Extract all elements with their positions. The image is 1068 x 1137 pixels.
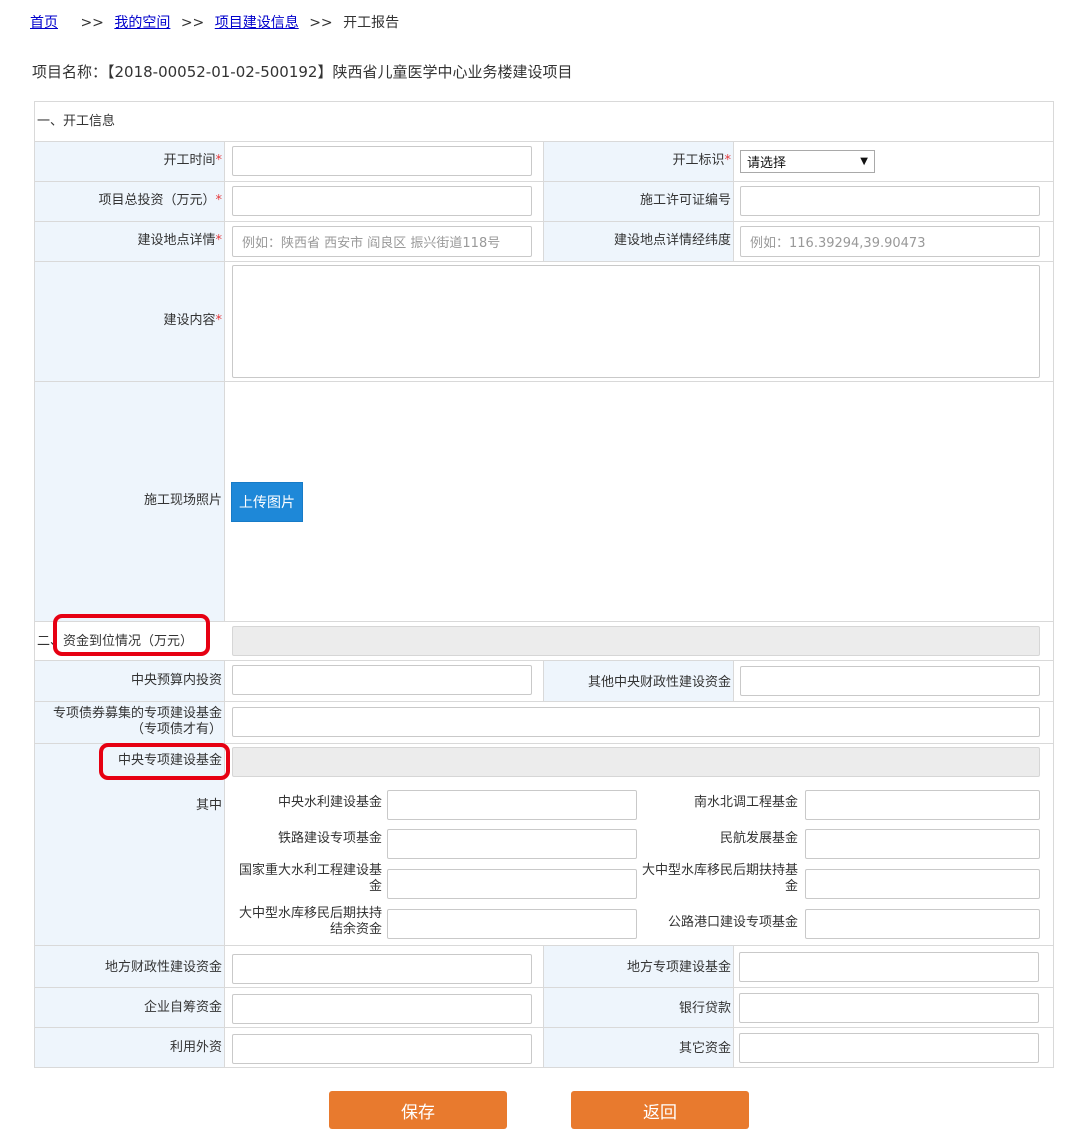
local-fiscal-label: 地方财政性建设资金 — [104, 960, 222, 975]
col-divider — [224, 660, 225, 1067]
col-divider — [543, 141, 544, 261]
special-bond-input[interactable] — [232, 707, 1040, 737]
row-divider — [35, 1027, 1053, 1028]
total-invest-input[interactable] — [232, 186, 532, 216]
upload-image-button[interactable]: 上传图片 — [231, 482, 303, 522]
permit-no-label: 施工许可证编号 — [639, 193, 731, 208]
other-funds-input[interactable] — [739, 1033, 1039, 1063]
central-budget-input[interactable] — [232, 665, 532, 695]
bank-loan-label: 银行贷款 — [678, 1001, 731, 1016]
central-budget-label: 中央预算内投资 — [130, 673, 222, 688]
total-invest-label: 项目总投资（万元）* — [98, 193, 223, 208]
south-north-input[interactable] — [805, 790, 1040, 820]
breadcrumb-home-link[interactable]: 首页 — [30, 15, 58, 31]
breadcrumb: 首页 >> 我的空间 >> 项目建设信息 >> 开工报告 — [30, 12, 399, 32]
section-start-info-title: 一、开工信息 — [37, 114, 116, 129]
start-flag-select[interactable]: 请选择 ▼ — [740, 150, 875, 173]
location-placeholder: 例如：陕西省 西安市 阎良区 振兴街道118号 — [242, 236, 501, 251]
required-mark: * — [724, 153, 732, 168]
row-divider — [35, 701, 1053, 702]
col-divider — [733, 945, 734, 1067]
aviation-fund-label: 民航发展基金 — [719, 831, 798, 846]
water-fund-input[interactable] — [387, 790, 637, 820]
row-divider — [35, 141, 1053, 142]
lnglat-placeholder: 例如：116.39294,39.90473 — [750, 236, 926, 251]
row-divider — [35, 987, 1053, 988]
permit-no-input[interactable] — [740, 186, 1040, 216]
self-raised-label: 企业自筹资金 — [143, 1000, 222, 1015]
local-special-input[interactable] — [739, 952, 1039, 982]
start-flag-label: 开工标识* — [672, 153, 732, 168]
central-special-total-field — [232, 747, 1040, 777]
other-central-label: 其他中央财政性建设资金 — [587, 675, 731, 690]
reservoir-late-input[interactable] — [805, 869, 1040, 899]
self-raised-input[interactable] — [232, 994, 532, 1024]
row-divider — [35, 945, 1053, 946]
project-title: 项目名称：【2018-00052-01-02-500192】陕西省儿童医学中心业… — [32, 63, 573, 81]
local-special-label: 地方专项建设基金 — [626, 960, 731, 975]
funds-total-field — [232, 626, 1040, 656]
south-north-label: 南水北调工程基金 — [693, 795, 798, 810]
breadcrumb-my-space-link[interactable]: 我的空间 — [114, 15, 170, 31]
lnglat-label: 建设地点详情经纬度 — [613, 233, 731, 248]
water-fund-label: 中央水利建设基金 — [277, 795, 382, 810]
bank-loan-input[interactable] — [739, 993, 1039, 1023]
rail-fund-input[interactable] — [387, 829, 637, 859]
reservoir-remain-label: 大中型水库移民后期扶持 结余资金 — [238, 906, 382, 937]
col-divider — [543, 660, 544, 701]
col-divider — [224, 141, 225, 621]
special-bond-label: 专项债券募集的专项建设基金 （专项债才有） — [52, 706, 222, 737]
other-central-input[interactable] — [740, 666, 1040, 696]
col-divider — [543, 945, 544, 1067]
road-port-label: 公路港口建设专项基金 — [667, 915, 798, 930]
foreign-capital-input[interactable] — [232, 1034, 532, 1064]
row-divider — [35, 381, 1053, 382]
row-divider — [35, 660, 1053, 661]
local-fiscal-input[interactable] — [232, 954, 532, 984]
row-divider — [35, 221, 1053, 222]
required-mark: * — [215, 233, 223, 248]
row-divider — [35, 181, 1053, 182]
col-divider — [733, 660, 734, 701]
required-mark: * — [215, 153, 223, 168]
rail-fund-label: 铁路建设专项基金 — [277, 831, 382, 846]
foreign-capital-label: 利用外资 — [169, 1040, 222, 1055]
location-input[interactable]: 例如：陕西省 西安市 阎良区 振兴街道118号 — [232, 226, 532, 257]
among-label: 其中 — [195, 798, 222, 813]
photos-label: 施工现场照片 — [143, 493, 222, 508]
content-textarea[interactable] — [232, 265, 1040, 378]
required-mark: * — [215, 193, 223, 208]
chevron-down-icon: ▼ — [860, 156, 868, 167]
start-time-label: 开工时间* — [163, 153, 223, 168]
major-water-input[interactable] — [387, 869, 637, 899]
reservoir-remain-input[interactable] — [387, 909, 637, 939]
highlight-box — [53, 614, 210, 656]
row-divider — [35, 261, 1053, 262]
road-port-input[interactable] — [805, 909, 1040, 939]
breadcrumb-separator: >> — [309, 15, 333, 31]
reservoir-late-label: 大中型水库移民后期扶持基 金 — [641, 863, 798, 894]
location-label: 建设地点详情* — [137, 233, 223, 248]
highlight-box — [99, 743, 230, 780]
breadcrumb-separator: >> — [180, 15, 205, 31]
breadcrumb-current: 开工报告 — [343, 15, 400, 31]
col-divider — [733, 141, 734, 261]
other-funds-label: 其它资金 — [678, 1041, 731, 1056]
breadcrumb-separator: >> — [80, 15, 104, 31]
back-button[interactable]: 返回 — [571, 1091, 749, 1129]
start-time-input[interactable] — [232, 146, 532, 176]
start-flag-selected-value: 请选择 — [747, 156, 787, 171]
major-water-label: 国家重大水利工程建设基 金 — [238, 863, 382, 894]
required-mark: * — [215, 313, 223, 328]
breadcrumb-project-info-link[interactable]: 项目建设信息 — [215, 15, 299, 31]
lnglat-input[interactable]: 例如：116.39294,39.90473 — [740, 226, 1040, 257]
aviation-fund-input[interactable] — [805, 829, 1040, 859]
save-button[interactable]: 保存 — [329, 1091, 507, 1129]
content-label: 建设内容* — [163, 313, 223, 328]
